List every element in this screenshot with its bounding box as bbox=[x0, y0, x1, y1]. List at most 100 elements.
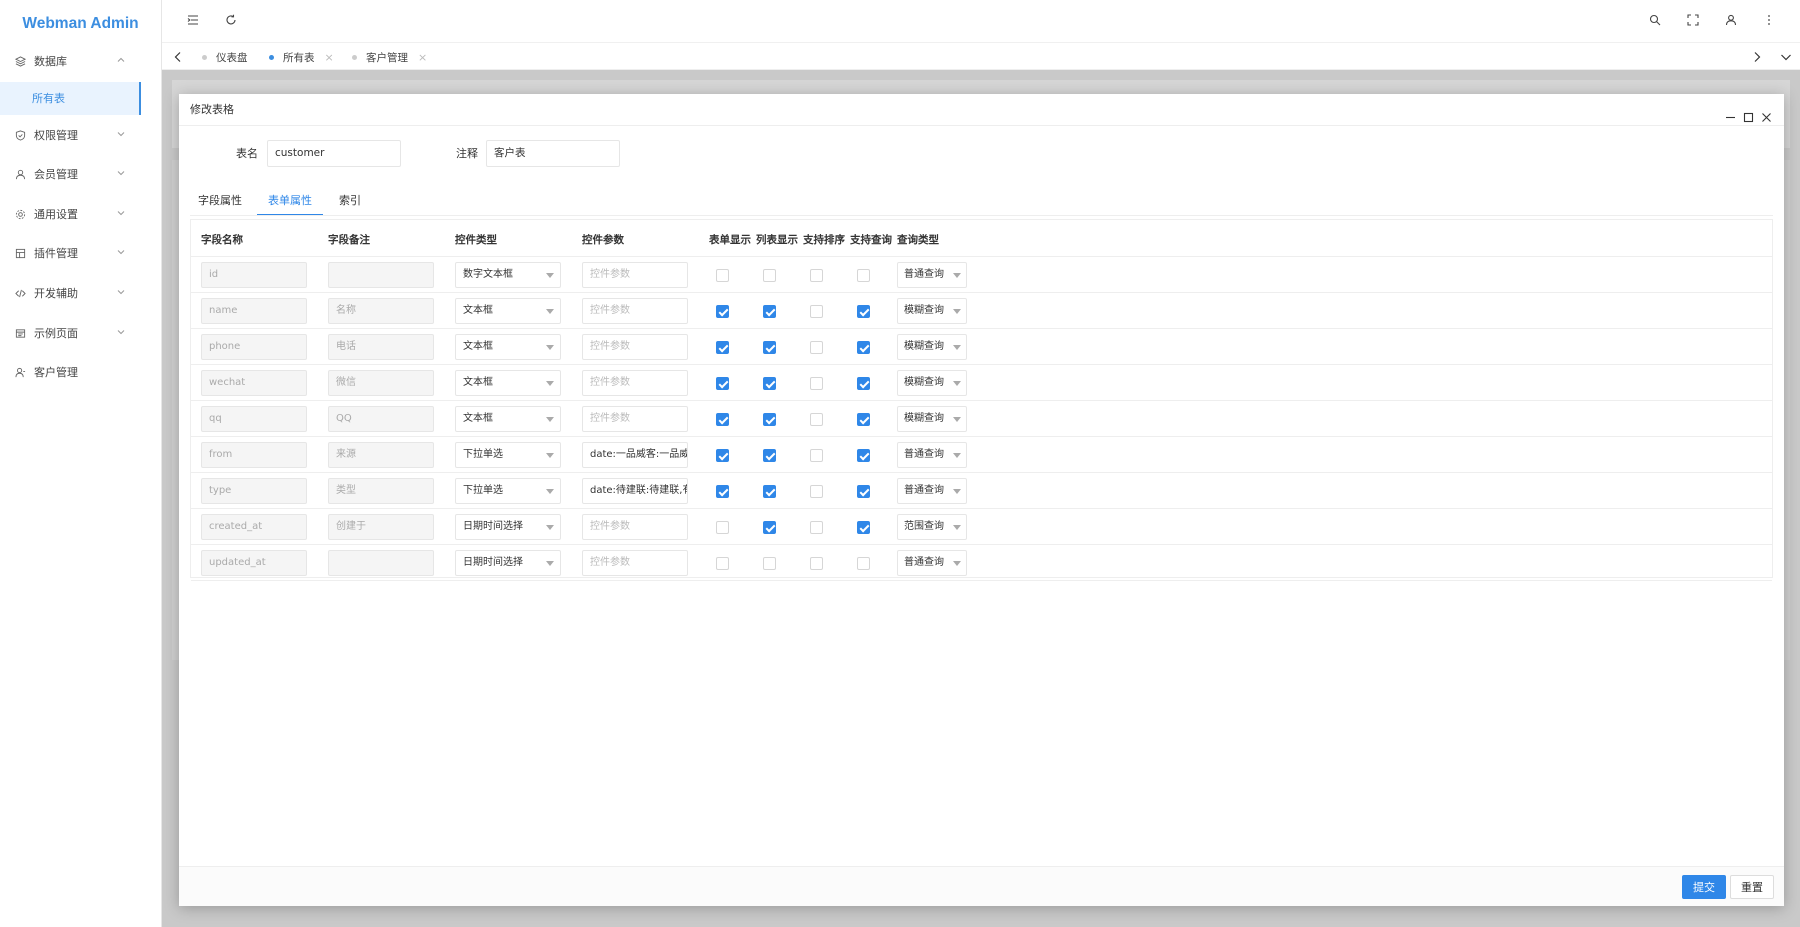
fullscreen-icon[interactable] bbox=[1686, 13, 1700, 27]
control-type-select[interactable]: 文本框 bbox=[455, 370, 561, 396]
list-checkbox[interactable] bbox=[763, 521, 776, 534]
query-type-value: 普通查询 bbox=[904, 557, 944, 568]
search-checkbox[interactable] bbox=[857, 521, 870, 534]
query-type-select[interactable]: 普通查询 bbox=[897, 550, 967, 576]
more-vertical-icon[interactable] bbox=[1762, 13, 1776, 27]
search-checkbox[interactable] bbox=[857, 377, 870, 390]
comment-input[interactable]: 客户表 bbox=[486, 140, 620, 167]
control-type-select[interactable]: 下拉单选 bbox=[455, 442, 561, 468]
sidebar-item-plugins[interactable]: 插件管理 bbox=[0, 238, 161, 268]
sort-checkbox[interactable] bbox=[810, 557, 823, 570]
sidebar-item-customers[interactable]: 客户管理 bbox=[0, 357, 161, 387]
query-type-select[interactable]: 普通查询 bbox=[897, 262, 967, 288]
query-type-select[interactable]: 普通查询 bbox=[897, 442, 967, 468]
form-checkbox[interactable] bbox=[716, 485, 729, 498]
sort-checkbox[interactable] bbox=[810, 269, 823, 282]
control-type-select[interactable]: 文本框 bbox=[455, 406, 561, 432]
tab-form-properties[interactable]: 表单属性 bbox=[257, 186, 323, 216]
sidebar-item-members[interactable]: 会员管理 bbox=[0, 159, 161, 189]
control-params-input[interactable]: date:待建联:待建联,有 bbox=[582, 478, 688, 504]
query-type-select[interactable]: 范围查询 bbox=[897, 514, 967, 540]
submit-button[interactable]: 提交 bbox=[1682, 875, 1726, 899]
chevron-left-icon[interactable] bbox=[172, 51, 184, 63]
control-params-input[interactable]: 控件参数 bbox=[582, 262, 688, 288]
search-checkbox[interactable] bbox=[857, 449, 870, 462]
sidebar-item-permissions[interactable]: 权限管理 bbox=[0, 120, 161, 150]
tab-indexes[interactable]: 索引 bbox=[336, 186, 364, 216]
query-type-select[interactable]: 模糊查询 bbox=[897, 334, 967, 360]
list-checkbox[interactable] bbox=[763, 485, 776, 498]
control-params-input[interactable]: 控件参数 bbox=[582, 298, 688, 324]
control-params-input[interactable]: 控件参数 bbox=[582, 550, 688, 576]
close-icon[interactable]: × bbox=[418, 51, 427, 64]
search-checkbox[interactable] bbox=[857, 413, 870, 426]
control-type-select[interactable]: 文本框 bbox=[455, 334, 561, 360]
sidebar-item-settings[interactable]: 通用设置 bbox=[0, 199, 161, 229]
control-type-value: 数字文本框 bbox=[463, 269, 513, 280]
sort-checkbox[interactable] bbox=[810, 413, 823, 426]
sidebar-subitem-all-tables[interactable]: 所有表 bbox=[0, 82, 141, 115]
sort-checkbox[interactable] bbox=[810, 485, 823, 498]
form-checkbox[interactable] bbox=[716, 521, 729, 534]
control-type-select[interactable]: 下拉单选 bbox=[455, 478, 561, 504]
tab-field-properties[interactable]: 字段属性 bbox=[197, 186, 243, 216]
sort-checkbox[interactable] bbox=[810, 521, 823, 534]
search-checkbox[interactable] bbox=[857, 341, 870, 354]
tab-customers[interactable]: 客户管理 × bbox=[352, 43, 427, 71]
minimize-icon[interactable] bbox=[1725, 104, 1736, 119]
control-type-select[interactable]: 日期时间选择 bbox=[455, 514, 561, 540]
sort-checkbox[interactable] bbox=[810, 377, 823, 390]
tab-dashboard[interactable]: 仪表盘 bbox=[202, 43, 248, 71]
control-type-select[interactable]: 日期时间选择 bbox=[455, 550, 561, 576]
search-icon[interactable] bbox=[1648, 13, 1662, 27]
query-type-select[interactable]: 普通查询 bbox=[897, 478, 967, 504]
form-checkbox[interactable] bbox=[716, 269, 729, 282]
control-type-select[interactable]: 数字文本框 bbox=[455, 262, 561, 288]
search-checkbox[interactable] bbox=[857, 557, 870, 570]
table-name-input[interactable]: customer bbox=[267, 140, 401, 167]
sort-checkbox[interactable] bbox=[810, 341, 823, 354]
menu-fold-icon[interactable] bbox=[186, 13, 200, 27]
control-params-input[interactable]: 控件参数 bbox=[582, 370, 688, 396]
form-checkbox[interactable] bbox=[716, 341, 729, 354]
search-checkbox[interactable] bbox=[857, 269, 870, 282]
sidebar-item-database[interactable]: 数据库 bbox=[0, 46, 161, 76]
form-checkbox[interactable] bbox=[716, 413, 729, 426]
tab-all-tables[interactable]: 所有表 × bbox=[269, 43, 334, 71]
query-type-select[interactable]: 模糊查询 bbox=[897, 406, 967, 432]
close-icon[interactable]: × bbox=[325, 51, 334, 64]
user-icon[interactable] bbox=[1724, 13, 1738, 27]
chevron-right-icon[interactable] bbox=[1751, 51, 1763, 63]
sidebar-item-dev-tools[interactable]: 开发辅助 bbox=[0, 278, 161, 308]
refresh-icon[interactable] bbox=[224, 13, 238, 27]
close-icon[interactable] bbox=[1761, 104, 1772, 122]
list-checkbox[interactable] bbox=[763, 269, 776, 282]
control-params-input[interactable]: 控件参数 bbox=[582, 514, 688, 540]
query-type-select[interactable]: 模糊查询 bbox=[897, 298, 967, 324]
sort-checkbox[interactable] bbox=[810, 305, 823, 318]
list-checkbox[interactable] bbox=[763, 449, 776, 462]
control-type-select[interactable]: 文本框 bbox=[455, 298, 561, 324]
sidebar-item-examples[interactable]: 示例页面 bbox=[0, 318, 161, 348]
form-checkbox[interactable] bbox=[716, 557, 729, 570]
control-params-input[interactable]: 控件参数 bbox=[582, 334, 688, 360]
chevron-down-icon[interactable] bbox=[1780, 51, 1792, 63]
maximize-icon[interactable] bbox=[1743, 104, 1754, 123]
chevron-down-icon bbox=[117, 132, 125, 137]
form-checkbox[interactable] bbox=[716, 377, 729, 390]
control-params-input[interactable]: 控件参数 bbox=[582, 406, 688, 432]
form-checkbox[interactable] bbox=[716, 305, 729, 318]
list-checkbox[interactable] bbox=[763, 413, 776, 426]
search-checkbox[interactable] bbox=[857, 305, 870, 318]
list-checkbox[interactable] bbox=[763, 377, 776, 390]
reset-button[interactable]: 重置 bbox=[1730, 875, 1774, 899]
control-params-input[interactable]: date:一品威客:一品威客 bbox=[582, 442, 688, 468]
list-checkbox[interactable] bbox=[763, 341, 776, 354]
search-checkbox[interactable] bbox=[857, 485, 870, 498]
list-checkbox[interactable] bbox=[763, 305, 776, 318]
control-type-value: 下拉单选 bbox=[463, 485, 503, 496]
query-type-select[interactable]: 模糊查询 bbox=[897, 370, 967, 396]
form-checkbox[interactable] bbox=[716, 449, 729, 462]
list-checkbox[interactable] bbox=[763, 557, 776, 570]
sort-checkbox[interactable] bbox=[810, 449, 823, 462]
